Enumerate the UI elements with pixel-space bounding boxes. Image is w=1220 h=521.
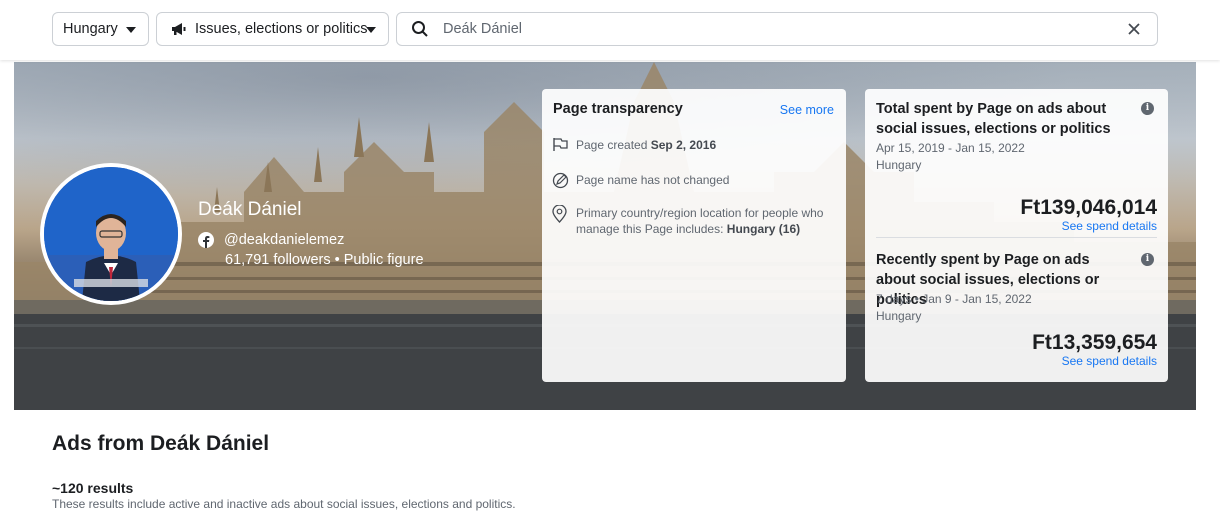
info-icon[interactable]: i [1141, 253, 1154, 266]
page-name-changes-text: Page name has not changed [576, 173, 730, 187]
ad-category-label: Issues, elections or politics [195, 21, 368, 37]
page-transparency-card: Page transparency See more Page created … [542, 89, 846, 382]
country-dropdown-label: Hungary [63, 21, 118, 37]
country-dropdown[interactable]: Hungary [52, 12, 149, 46]
followers-count: 61,791 followers • Public figure [225, 252, 424, 268]
avatar [44, 167, 178, 301]
total-spent-amount: Ft139,046,014 [1020, 196, 1157, 219]
edit-icon [552, 172, 570, 189]
results-count: ~120 results [52, 480, 134, 496]
page-handle-row: @deakdanielemez [198, 232, 344, 248]
page-created-date: Sep 2, 2016 [650, 138, 717, 152]
spend-card: Total spent by Page on ads about social … [865, 89, 1168, 382]
page-name-changes-row: Page name has not changed [552, 172, 729, 189]
search-input[interactable] [443, 19, 1083, 39]
page-location-row: Primary country/region location for peop… [552, 205, 832, 237]
page-location-value: Hungary (16) [726, 222, 801, 236]
megaphone-icon [171, 22, 187, 36]
page-created-row: Page created Sep 2, 2016 [552, 137, 716, 153]
ad-category-dropdown[interactable]: Issues, elections or politics [156, 12, 389, 46]
page-name: Deák Dániel [198, 199, 302, 220]
facebook-icon [198, 232, 214, 248]
ads-section-title: Ads from Deák Dániel [52, 432, 270, 455]
see-more-link[interactable]: See more [780, 103, 834, 117]
caret-down-icon [366, 27, 376, 33]
total-spent-title: Total spent by Page on ads about social … [876, 101, 1111, 137]
flag-icon [552, 137, 570, 153]
clear-search-icon[interactable] [1127, 22, 1141, 41]
page-created-label: Page created [576, 138, 648, 152]
search-icon [411, 20, 429, 43]
recent-spend-details-link[interactable]: See spend details [1062, 354, 1157, 368]
profile-picture[interactable] [40, 163, 182, 305]
info-icon[interactable]: i [1141, 102, 1154, 115]
total-spent-country: Hungary [876, 158, 922, 172]
divider [876, 237, 1157, 238]
filter-bar: Hungary Issues, elections or politics [0, 0, 1220, 60]
recent-spent-amount: Ft13,359,654 [1032, 331, 1157, 354]
location-pin-icon [552, 205, 570, 237]
recent-spent-date-range: 7 days • Jan 9 - Jan 15, 2022 [876, 292, 1032, 306]
search-box [396, 12, 1158, 46]
recent-spent-country: Hungary [876, 309, 922, 323]
page-handle: @deakdanielemez [224, 232, 345, 248]
caret-down-icon [126, 27, 136, 33]
results-note: These results include active and inactiv… [52, 497, 516, 511]
page-transparency-title: Page transparency [553, 101, 683, 117]
total-spend-details-link[interactable]: See spend details [1062, 219, 1157, 233]
total-spent-date-range: Apr 15, 2019 - Jan 15, 2022 [876, 141, 1025, 155]
